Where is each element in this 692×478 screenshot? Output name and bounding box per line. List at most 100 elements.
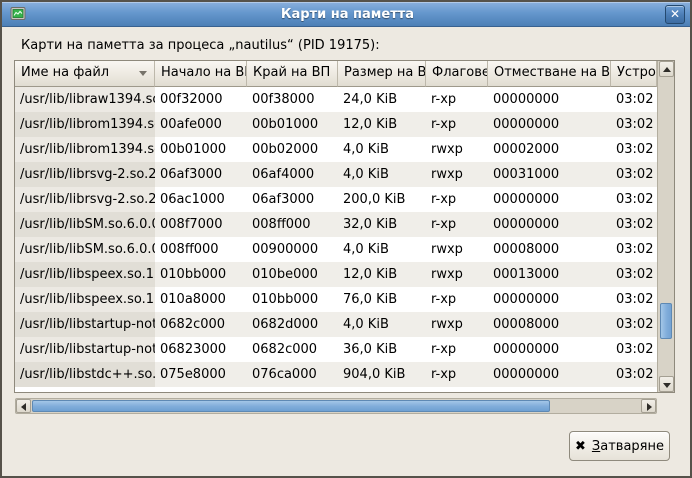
scroll-right-button[interactable] <box>641 399 656 413</box>
cell-flags: rwxp <box>426 262 488 287</box>
vertical-scrollbar-thumb[interactable] <box>660 303 672 339</box>
memory-maps-table-frame: Име на файл Начало на ВП Край на ВП Размер … <box>14 60 675 393</box>
cell-offset: 00000000 <box>488 212 611 237</box>
cell-flags: rwxp <box>426 237 488 262</box>
column-header-label: Размер на ВП <box>344 65 426 80</box>
cell-device: 03:02 <box>611 337 657 362</box>
column-header-offset[interactable]: Отместване на ВП <box>488 61 611 87</box>
cell-file: /usr/lib/libSM.so.6.0.0 <box>15 212 155 237</box>
process-info-label: Карти на паметта за процеса „nautilus“ (… <box>21 38 380 53</box>
cell-flags: r-xp <box>426 287 488 312</box>
scroll-down-button[interactable] <box>659 376 674 392</box>
cell-device: 03:02 <box>611 312 657 337</box>
cell-flags: r-xp <box>426 112 488 137</box>
cell-file: /usr/lib/librsvg-2.so.2 <box>15 187 155 212</box>
column-header-file[interactable]: Име на файл <box>15 61 155 87</box>
titlebar[interactable]: Карти на паметта ✕ <box>2 2 690 27</box>
cell-device: 03:02 <box>611 362 657 387</box>
cell-start: 06ac1000 <box>155 187 247 212</box>
table-row[interactable]: /usr/lib/librom1394.so00afe00000b0100012… <box>15 112 657 137</box>
cell-offset: 00000000 <box>488 337 611 362</box>
cell-size: 12,0 KiB <box>338 262 426 287</box>
cell-end: 00900000 <box>247 237 338 262</box>
cell-offset: 00008000 <box>488 237 611 262</box>
vertical-scrollbar[interactable] <box>657 61 674 392</box>
table-row[interactable]: /usr/lib/librom1394.so00b0100000b020004,… <box>15 137 657 162</box>
cell-flags: rwxp <box>426 162 488 187</box>
cell-end: 00b02000 <box>247 137 338 162</box>
cell-offset: 00000000 <box>488 187 611 212</box>
table-row[interactable]: /usr/lib/librsvg-2.so.206ac100006af30002… <box>15 187 657 212</box>
table-row[interactable]: /usr/lib/librsvg-2.so.206af300006af40004… <box>15 162 657 187</box>
table-row[interactable]: /usr/lib/libstartup-not0682c0000682d0004… <box>15 312 657 337</box>
cell-end: 010bb000 <box>247 287 338 312</box>
cell-size: 32,0 KiB <box>338 212 426 237</box>
system-monitor-icon[interactable] <box>10 6 26 22</box>
cell-size: 4,0 KiB <box>338 137 426 162</box>
scroll-up-button[interactable] <box>659 61 674 77</box>
close-dialog-button[interactable]: ✖ Затваряне <box>569 431 670 461</box>
horizontal-scrollbar-thumb[interactable] <box>32 400 550 412</box>
cell-device: 03:02 <box>611 212 657 237</box>
column-header-size[interactable]: Размер на ВП <box>338 61 426 87</box>
cell-size: 200,0 KiB <box>338 187 426 212</box>
table-row[interactable]: /usr/lib/libspeex.so.1010bb000010be00012… <box>15 262 657 287</box>
cell-offset: 00000000 <box>488 87 611 112</box>
column-header-label: Край на ВП <box>253 65 330 80</box>
table-body: /usr/lib/libraw1394.so00f3200000f3800024… <box>15 87 657 387</box>
cell-device: 03:02 <box>611 287 657 312</box>
cell-offset: 00013000 <box>488 262 611 287</box>
cell-flags: r-xp <box>426 212 488 237</box>
cell-offset: 00000000 <box>488 362 611 387</box>
cell-device: 03:02 <box>611 87 657 112</box>
table-row[interactable]: /usr/lib/libraw1394.so00f3200000f3800024… <box>15 87 657 112</box>
close-icon: ✕ <box>670 7 680 21</box>
table-row[interactable]: /usr/lib/libspeex.so.1010a8000010bb00076… <box>15 287 657 312</box>
column-header-label: Начало на ВП <box>161 65 247 80</box>
cell-start: 010bb000 <box>155 262 247 287</box>
cell-end: 00b01000 <box>247 112 338 137</box>
table-row[interactable]: /usr/lib/libstartup-not068230000682c0003… <box>15 337 657 362</box>
cell-file: /usr/lib/librom1394.so <box>15 137 155 162</box>
memory-maps-table: Име на файл Начало на ВП Край на ВП Размер … <box>15 61 657 392</box>
column-header-start[interactable]: Начало на ВП <box>155 61 247 87</box>
cell-device: 03:02 <box>611 187 657 212</box>
cell-start: 075e8000 <box>155 362 247 387</box>
cell-file: /usr/lib/libSM.so.6.0.0 <box>15 237 155 262</box>
table-row[interactable]: /usr/lib/libSM.so.6.0.0008f7000008ff0003… <box>15 212 657 237</box>
close-window-button[interactable]: ✕ <box>665 5 685 24</box>
cell-end: 06af4000 <box>247 162 338 187</box>
cell-start: 010a8000 <box>155 287 247 312</box>
cell-size: 4,0 KiB <box>338 237 426 262</box>
cell-start: 008f7000 <box>155 212 247 237</box>
table-row[interactable]: /usr/lib/libSM.so.6.0.0008ff000009000004… <box>15 237 657 262</box>
cell-device: 03:02 <box>611 137 657 162</box>
cell-offset: 00000000 <box>488 112 611 137</box>
cell-size: 4,0 KiB <box>338 162 426 187</box>
cell-end: 076ca000 <box>247 362 338 387</box>
cell-file: /usr/lib/libstartup-not <box>15 312 155 337</box>
column-header-label: Име на файл <box>21 65 109 80</box>
cell-flags: r-xp <box>426 362 488 387</box>
cell-device: 03:02 <box>611 112 657 137</box>
cell-size: 24,0 KiB <box>338 87 426 112</box>
horizontal-scrollbar[interactable] <box>15 398 657 414</box>
cell-file: /usr/lib/libraw1394.so <box>15 87 155 112</box>
cell-device: 03:02 <box>611 262 657 287</box>
table-row[interactable]: /usr/lib/libstdc++.so.6075e8000076ca0009… <box>15 362 657 387</box>
dialog-content: Карти на паметта за процеса „nautilus“ (… <box>2 27 690 476</box>
scroll-left-button[interactable] <box>16 399 31 413</box>
cell-offset: 00002000 <box>488 137 611 162</box>
column-header-flags[interactable]: Флагове <box>426 61 488 87</box>
column-header-device[interactable]: Устройство <box>611 61 657 87</box>
column-header-end[interactable]: Край на ВП <box>247 61 338 87</box>
cell-file: /usr/lib/libstartup-not <box>15 337 155 362</box>
cell-flags: rwxp <box>426 137 488 162</box>
table-header: Име на файл Начало на ВП Край на ВП Размер … <box>15 61 657 87</box>
column-header-label: Устройство <box>617 65 657 80</box>
cell-start: 06af3000 <box>155 162 247 187</box>
cell-start: 06823000 <box>155 337 247 362</box>
column-header-label: Отместване на ВП <box>494 65 611 80</box>
close-button-label: Затваряне <box>592 439 664 454</box>
cell-end: 008ff000 <box>247 212 338 237</box>
